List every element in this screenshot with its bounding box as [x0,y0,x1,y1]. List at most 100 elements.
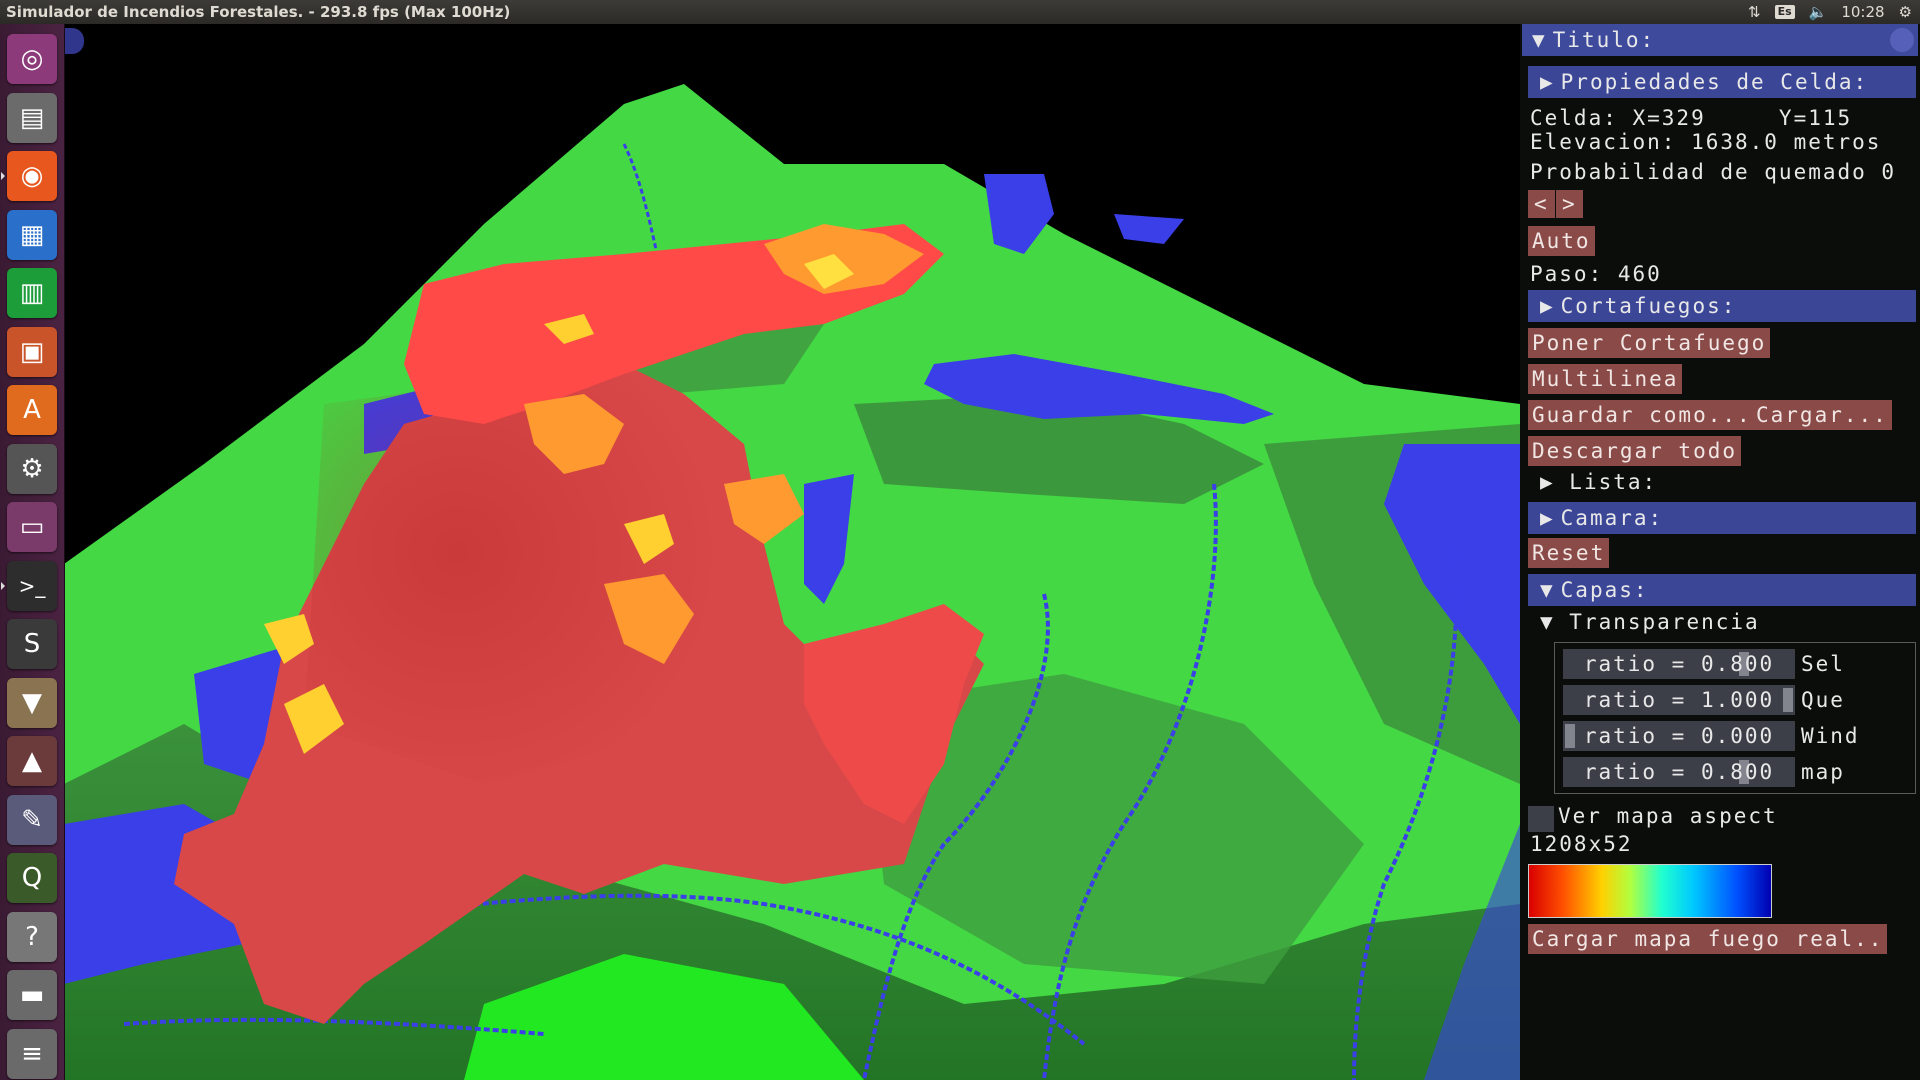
launcher-terminal[interactable]: >_ [7,560,57,611]
slider-sel[interactable]: ratio = 0.800 [1563,649,1795,679]
launcher-system-settings[interactable]: ⚙ [7,443,57,494]
panel-title: Titulo: [1552,28,1656,52]
list-label: Lista: [1569,470,1658,494]
spreadsheet-icon: ▥ [19,278,45,308]
put-firebreak-button[interactable]: Poner Cortafuego [1528,328,1771,358]
image-size-readout: 1208x52 [1530,832,1633,856]
slider-label: Wind [1801,724,1860,748]
drive-icon: ▬ [19,980,45,1010]
control-panel: ▼ Titulo: ▶ Propiedades de Celda: Celda: X… [1520,24,1920,1080]
elevation-readout: Elevacion: 1638.0 metros [1530,130,1882,154]
slider-value: ratio = 0.800 [1583,652,1775,676]
archive-icon: ▼ [22,687,42,718]
slider-grab[interactable] [1783,688,1793,712]
slider-map[interactable]: ratio = 0.800 [1563,757,1795,787]
slider-label: Que [1801,688,1845,712]
terrain-render[interactable] [64,24,1520,1080]
launcher-trash[interactable]: ≡ [7,1028,57,1079]
slider-label: Sel [1801,652,1845,676]
slider-value: ratio = 0.800 [1583,760,1775,784]
launcher-files[interactable]: ▤ [7,92,57,143]
slider-grab[interactable] [1565,724,1575,748]
transparency-group: ratio = 0.800 Sel ratio = 1.000 Que rati… [1554,642,1916,794]
collapse-triangle-icon[interactable]: ▼ [1532,28,1547,52]
top-panel: Simulador de Incendios Forestales. - 293… [0,0,1920,24]
launcher-vlc[interactable]: ▲ [7,736,57,786]
launcher-qgis[interactable]: Q [7,853,57,903]
speaker-icon[interactable]: 🔈 [1809,0,1828,24]
running-indicator [1,172,5,180]
slider-wind[interactable]: ratio = 0.000 [1563,721,1795,751]
unload-all-button[interactable]: Descargar todo [1528,436,1742,466]
expand-triangle-icon: ▶ [1540,70,1555,94]
reset-camera-button[interactable]: Reset [1528,538,1610,568]
launcher: ◎ ▤ ◉ ▦ ▥ ▣ A ⚙ ▭ >_ S ▼ ▲ ✎ Q? ▬ ≡ [0,24,65,1080]
launcher-archive-manager[interactable]: ▼ [7,677,57,728]
launcher-sublime-text[interactable]: S [7,619,57,669]
workspace-icon: ▭ [19,512,45,542]
close-icon[interactable] [1890,28,1914,52]
sublime-icon: S [23,629,41,659]
collapse-triangle-icon: ▼ [1540,610,1570,634]
burn-probability-readout: Probabilidad de quemado 0 [1530,160,1897,184]
wrench-gear-icon: ⚙ [20,453,44,484]
window-title: Simulador de Incendios Forestales. - 293… [6,3,511,21]
terrain-3d-view[interactable] [64,24,1520,1080]
auto-button[interactable]: Auto [1528,226,1595,256]
save-as-button[interactable]: Guardar como... [1528,400,1756,430]
panel-title-bar[interactable]: ▼ Titulo: [1522,24,1918,56]
launcher-writer[interactable]: ▦ [7,209,57,260]
cell-coords: Celda: X=329 Y=115 [1530,106,1853,130]
launcher-firefox[interactable]: ◉ [7,151,57,201]
slider-value: ratio = 1.000 [1583,688,1775,712]
gear-icon[interactable]: ⚙ [1899,0,1912,24]
firebreak-header[interactable]: ▶ Cortafuegos: [1528,290,1916,322]
launcher-calc[interactable]: ▥ [7,268,57,318]
layers-label: Capas: [1560,578,1649,602]
expand-triangle-icon: ▶ [1540,470,1570,494]
file-cabinet-icon: ▤ [19,102,45,133]
launcher-usb-drive[interactable]: ▬ [7,970,57,1020]
cell-properties-header[interactable]: ▶ Propiedades de Celda: [1528,66,1916,98]
colormap-preview [1528,864,1772,918]
launcher-impress[interactable]: ▣ [7,326,57,377]
water-region [1114,214,1184,244]
step-counter: Paso: 460 [1530,262,1662,286]
keyboard-layout-indicator[interactable]: Es [1774,5,1795,19]
list-tree-node[interactable]: ▶ Lista: [1540,470,1657,494]
presentation-icon: ▣ [19,336,45,367]
multiline-button[interactable]: Multilinea [1528,364,1683,394]
document-icon: ▦ [19,219,45,250]
load-button[interactable]: Cargar... [1752,400,1892,430]
next-step-button[interactable]: > [1556,190,1583,218]
shopping-bag-icon: A [23,395,41,425]
camera-header[interactable]: ▶ Camara: [1528,502,1916,534]
launcher-help[interactable]: ? [7,911,57,962]
collapse-triangle-icon: ▼ [1540,578,1555,602]
launcher-workspace-switcher[interactable]: ▭ [7,502,57,552]
running-indicator [1,581,5,590]
launcher-ubuntu-dash[interactable]: ◎ [7,34,57,84]
prev-step-button[interactable]: < [1528,190,1555,218]
stack-icon: ≡ [21,1038,43,1069]
cell-properties-label: Propiedades de Celda: [1560,70,1869,94]
layers-header[interactable]: ▼ Capas: [1528,574,1916,606]
network-updown-icon[interactable]: ⇅ [1748,0,1761,24]
clock[interactable]: 10:28 [1841,0,1884,24]
slider-value: ratio = 0.000 [1583,724,1775,748]
aspect-map-checkbox[interactable] [1528,806,1554,832]
question-mark-icon: ? [25,921,39,952]
firefox-icon: ◉ [20,161,44,191]
launcher-software-center[interactable]: A [7,385,57,435]
transparency-tree-node[interactable]: ▼ Transparencia [1540,610,1760,634]
camera-label: Camara: [1560,506,1664,530]
slider-que[interactable]: ratio = 1.000 [1563,685,1795,715]
pen-tool-icon: ✎ [21,804,43,835]
qgis-icon: Q [21,863,43,893]
load-real-fire-map-button[interactable]: Cargar mapa fuego real.. [1528,924,1888,954]
aspect-map-label: Ver mapa aspect [1558,804,1778,828]
slider-label: map [1801,760,1845,784]
ubuntu-logo-icon: ◎ [20,44,44,74]
system-tray: ⇅ Es 🔈 10:28 ⚙ [1748,0,1912,24]
launcher-inkscape[interactable]: ✎ [7,794,57,845]
